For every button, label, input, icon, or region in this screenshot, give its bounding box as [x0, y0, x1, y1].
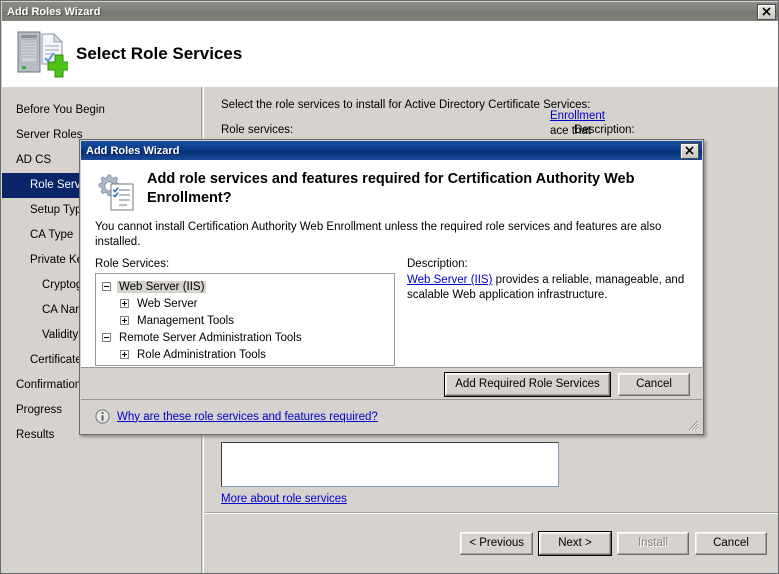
previous-button[interactable]: < Previous: [460, 532, 533, 555]
window-close-button[interactable]: [757, 3, 776, 20]
dialog-heading: Add role services and features required …: [147, 171, 635, 206]
cancel-button[interactable]: Cancel: [695, 532, 767, 555]
tree-item[interactable]: Web Server (IIS): [102, 278, 394, 295]
window-title: Add Roles Wizard: [7, 5, 101, 18]
tree-item-label: Remote Server Administration Tools: [119, 331, 302, 344]
window-titlebar[interactable]: Add Roles Wizard: [2, 2, 778, 21]
collapse-minus-icon[interactable]: [102, 282, 111, 291]
dialog-description: Web Server (IIS) provides a reliable, ma…: [407, 273, 688, 366]
gear-checklist-icon: [98, 174, 134, 211]
notes-listbox[interactable]: [221, 442, 559, 487]
dialog-role-services-label: Role Services:: [95, 258, 170, 270]
dialog-content: Add role services and features required …: [81, 160, 702, 367]
close-icon: [685, 146, 694, 155]
close-icon: [762, 7, 771, 16]
install-button: Install: [617, 532, 689, 555]
dialog-info-bar: Why are these role services and features…: [81, 399, 702, 433]
server-add-icon: [17, 31, 68, 78]
tree-item[interactable]: Management Tools: [102, 312, 394, 329]
more-about-role-services-link[interactable]: More about role services: [221, 493, 347, 505]
dialog-titlebar[interactable]: Add Roles Wizard: [81, 141, 702, 160]
dialog-subtext: You cannot install Certification Authori…: [95, 221, 662, 248]
expand-plus-icon[interactable]: [120, 350, 129, 359]
tree-item[interactable]: Web Server: [102, 295, 394, 312]
wizard-footer: < Previous Next > Install Cancel: [205, 512, 778, 573]
info-icon: [95, 409, 110, 424]
wizard-header: Select Role Services: [2, 21, 778, 87]
why-required-link[interactable]: Why are these role services and features…: [117, 411, 378, 423]
dialog-title: Add Roles Wizard: [86, 144, 180, 157]
page-title: Select Role Services: [76, 44, 243, 63]
expand-plus-icon[interactable]: [120, 299, 129, 308]
tree-item-label: Management Tools: [137, 314, 234, 327]
dialog-cancel-button[interactable]: Cancel: [618, 373, 690, 396]
add-required-role-services-button[interactable]: Add Required Role Services: [444, 372, 611, 397]
dialog-description-label: Description:: [407, 258, 468, 270]
required-role-services-tree[interactable]: Web Server (IIS) Web Server Management T…: [95, 273, 395, 366]
resize-grip-icon[interactable]: [686, 418, 699, 431]
expand-plus-icon[interactable]: [120, 316, 129, 325]
next-button[interactable]: Next >: [538, 531, 612, 556]
background-fragment-link[interactable]: Enrollment: [550, 110, 605, 122]
sidebar-item-before-you-begin[interactable]: Before You Begin: [2, 98, 203, 123]
dialog-close-button[interactable]: [680, 142, 699, 159]
tree-item-label: Role Administration Tools: [137, 348, 266, 361]
background-fragment-line-1: ace that: [550, 125, 591, 137]
tree-item[interactable]: Remote Server Administration Tools: [102, 329, 394, 346]
tree-item-label: Web Server: [137, 297, 198, 310]
required-role-services-dialog: Add Roles Wizard Add role services and f…: [79, 139, 704, 435]
role-services-label: Role services:: [221, 124, 294, 136]
dialog-button-bar: Add Required Role Services Cancel: [81, 367, 702, 400]
tree-item[interactable]: Role Administration Tools: [102, 346, 394, 363]
web-server-iis-link[interactable]: Web Server (IIS): [407, 274, 492, 286]
add-roles-wizard-window: Add Roles Wizard Select Role Services Be…: [0, 0, 779, 574]
collapse-minus-icon[interactable]: [102, 333, 111, 342]
tree-item-label: Web Server (IIS): [117, 280, 207, 293]
